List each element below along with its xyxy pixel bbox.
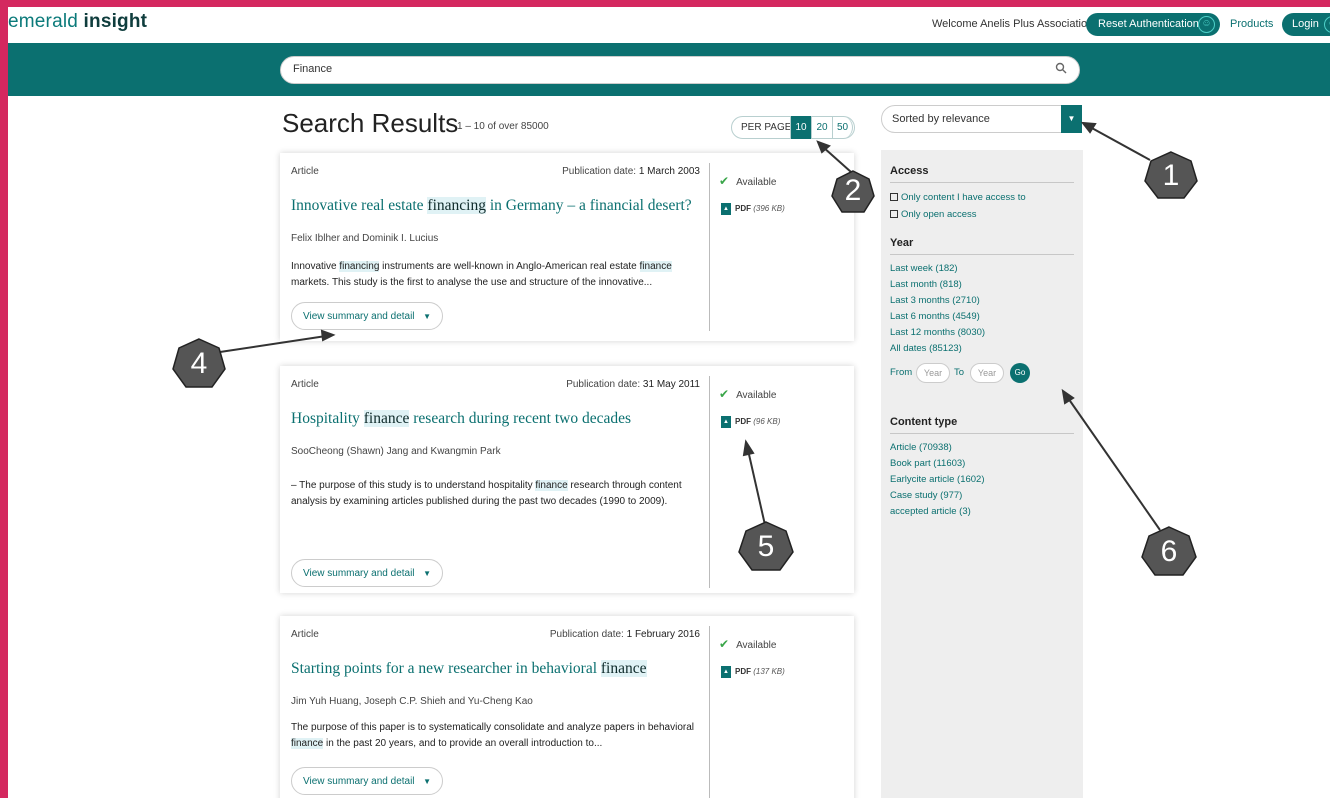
pdf-icon: ▲ (721, 416, 731, 428)
top-bar: emerald insight Welcome Anelis Plus Asso… (8, 7, 1330, 43)
result-authors: Felix Iblher and Dominik I. Lucius (291, 233, 439, 244)
per-page-20[interactable]: 20 (811, 116, 832, 139)
publication-date: Publication date: 1 February 2016 (549, 629, 700, 640)
sort-select[interactable]: Sorted by relevance (881, 105, 1081, 133)
year-filter-link[interactable]: Last 3 months (2710) (890, 295, 980, 306)
view-summary-button[interactable]: View summary and detail ▼ (291, 559, 443, 587)
divider (709, 163, 710, 331)
chevron-down-icon[interactable]: ▼ (1061, 105, 1082, 133)
callout-badge: 1 (1144, 151, 1198, 201)
pdf-link[interactable]: ▲ PDF (396 KB) (721, 203, 785, 215)
search-icon[interactable] (1055, 62, 1067, 77)
filter-sidebar: Access Only content I have access to Onl… (881, 150, 1083, 798)
divider (890, 182, 1074, 183)
year-filter-link[interactable]: Last week (182) (890, 263, 958, 274)
availability-status: ✔ Available (719, 637, 777, 651)
pdf-link[interactable]: ▲ PDF (96 KB) (721, 416, 780, 428)
per-page-10[interactable]: 10 (790, 116, 811, 139)
result-card: Article Publication date: 1 February 201… (280, 616, 854, 798)
content-type-link[interactable]: Earlycite article (1602) (890, 474, 985, 485)
callout-badge: 4 (172, 338, 226, 390)
content-type-heading: Content type (890, 416, 958, 428)
content-type-link[interactable]: Article (70938) (890, 442, 952, 453)
publication-date: Publication date: 31 May 2011 (566, 379, 700, 390)
content-type-link[interactable]: Book part (11603) (890, 458, 965, 469)
result-card: Article Publication date: 1 March 2003 I… (280, 153, 854, 341)
pdf-icon: ▲ (721, 666, 731, 678)
publication-date: Publication date: 1 March 2003 (562, 166, 700, 177)
divider (890, 254, 1074, 255)
year-filter-link[interactable]: All dates (85123) (890, 343, 962, 354)
result-title-link[interactable]: Innovative real estate financing in Germ… (291, 197, 692, 215)
checkbox[interactable] (890, 193, 898, 201)
access-option[interactable]: Only open access (890, 209, 977, 220)
check-icon: ✔ (719, 637, 730, 651)
to-label: To (954, 367, 965, 378)
year-filter-link[interactable]: Last 12 months (8030) (890, 327, 985, 338)
year-from-input[interactable]: Year (916, 363, 950, 383)
availability-status: ✔ Available (719, 387, 777, 401)
from-label: From (890, 367, 913, 378)
per-page-50[interactable]: 50 (832, 116, 853, 139)
result-authors: SooCheong (Shawn) Jang and Kwangmin Park (291, 446, 501, 457)
content-type: Article (291, 629, 319, 640)
result-title-link[interactable]: Starting points for a new researcher in … (291, 660, 647, 678)
go-button[interactable]: Go (1010, 363, 1030, 383)
chevron-down-icon: ▼ (423, 569, 431, 578)
divider (890, 433, 1074, 434)
year-heading: Year (890, 237, 914, 249)
callout-badge: 2 (831, 170, 875, 214)
result-abstract: Innovative financing instruments are wel… (291, 261, 672, 288)
view-summary-button[interactable]: View summary and detail ▼ (291, 302, 443, 330)
products-link[interactable]: Products (1230, 18, 1273, 30)
user-icon: ☺ (1198, 16, 1215, 33)
user-icon: ☺ (1324, 16, 1330, 33)
page: emerald insight Welcome Anelis Plus Asso… (8, 7, 1330, 798)
content-type: Article (291, 379, 319, 390)
access-heading: Access (890, 165, 929, 177)
logo[interactable]: emerald insight (8, 11, 147, 33)
content-type-link[interactable]: accepted article (3) (890, 506, 971, 517)
content-type-link[interactable]: Case study (977) (890, 490, 962, 501)
view-summary-button[interactable]: View summary and detail ▼ (291, 767, 443, 795)
availability-status: ✔ Available (719, 174, 777, 188)
divider (709, 376, 710, 588)
chevron-down-icon: ▼ (423, 777, 431, 786)
result-abstract: – The purpose of this study is to unders… (291, 480, 682, 507)
year-to-input[interactable]: Year (970, 363, 1004, 383)
content-type: Article (291, 166, 319, 177)
divider (709, 626, 710, 798)
results-count: 1 – 10 of over 85000 (457, 121, 549, 132)
check-icon: ✔ (719, 174, 730, 188)
per-page-selector: PER PAGE 10 20 50 (731, 116, 855, 139)
chevron-down-icon: ▼ (423, 312, 431, 321)
reset-authentication-button[interactable]: Reset Authentication ☺ (1086, 13, 1220, 36)
welcome-text: Welcome Anelis Plus Association (932, 18, 1094, 30)
result-abstract: The purpose of this paper is to systemat… (291, 722, 695, 749)
year-filter-link[interactable]: Last 6 months (4549) (890, 311, 980, 322)
pdf-link[interactable]: ▲ PDF (137 KB) (721, 666, 785, 678)
callout-badge: 6 (1141, 526, 1197, 578)
access-option[interactable]: Only content I have access to (890, 192, 1026, 203)
page-title: Search Results (282, 108, 459, 138)
year-filter-link[interactable]: Last month (818) (890, 279, 962, 290)
per-page-label: PER PAGE (741, 122, 792, 133)
check-icon: ✔ (719, 387, 730, 401)
result-title-link[interactable]: Hospitality finance research during rece… (291, 410, 631, 428)
login-button[interactable]: Login☺ (1282, 13, 1330, 36)
checkbox[interactable] (890, 210, 898, 218)
result-authors: Jim Yuh Huang, Joseph C.P. Shieh and Yu-… (291, 696, 533, 707)
pdf-icon: ▲ (721, 203, 731, 215)
search-input[interactable]: Finance (280, 56, 1080, 84)
callout-badge: 5 (738, 521, 794, 573)
